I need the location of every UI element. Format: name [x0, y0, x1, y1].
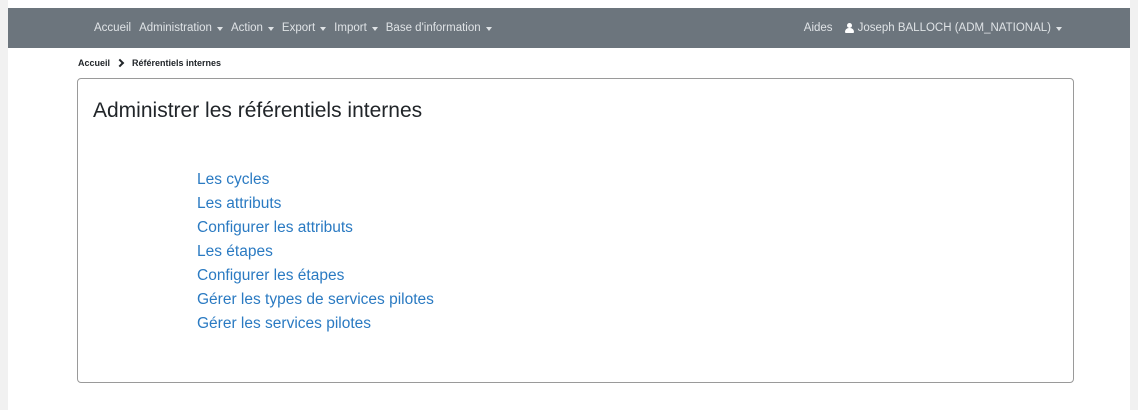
caret-down-icon [485, 26, 492, 31]
caret-down-icon [320, 26, 327, 31]
link-types-services-pilotes[interactable]: Gérer les types de services pilotes [197, 291, 434, 308]
nav-item-label: Import [334, 22, 367, 34]
caret-down-icon [267, 26, 274, 31]
breadcrumb: Accueil Référentiels internes [78, 58, 221, 68]
nav-user-area: Aides Joseph BALLOCH (ADM_NATIONAL) [792, 22, 1062, 34]
left-gutter [0, 0, 8, 410]
help-label: Aides [803, 22, 833, 34]
breadcrumb-home[interactable]: Accueil [78, 58, 110, 68]
link-services-pilotes[interactable]: Gérer les services pilotes [197, 315, 371, 332]
help-link[interactable]: Aides [804, 22, 833, 34]
breadcrumb-current: Référentiels internes [132, 58, 222, 68]
nav-item-export[interactable]: Export [281, 22, 327, 34]
list-item: Configurer les attributs [197, 216, 434, 240]
link-configurer-attributs[interactable]: Configurer les attributs [197, 219, 353, 236]
nav-item-label: Export [281, 22, 316, 34]
nav-item-label: Administration [139, 22, 212, 34]
nav-item-label: Action [230, 22, 263, 34]
caret-down-icon [371, 26, 378, 31]
user-label: Joseph BALLOCH (ADM_NATIONAL) [857, 22, 1051, 34]
link-cycles[interactable]: Les cycles [197, 171, 269, 188]
list-item: Gérer les services pilotes [197, 312, 434, 336]
caret-down-icon [1056, 26, 1062, 31]
nav-item-label: Accueil [94, 22, 132, 34]
nav-item-administration[interactable]: Administration [139, 22, 223, 34]
page-title: Administrer les référentiels internes [93, 99, 423, 122]
list-item: Les attributs [197, 192, 434, 216]
list-item: Les cycles [197, 168, 434, 192]
nav-item-import[interactable]: Import [334, 22, 378, 34]
right-gutter [1130, 0, 1138, 410]
link-etapes[interactable]: Les étapes [197, 243, 273, 260]
nav-menu: Accueil Administration Action Export Imp… [94, 22, 500, 34]
list-item: Les étapes [197, 240, 434, 264]
list-item: Gérer les types de services pilotes [197, 288, 434, 312]
nav-item-base-information[interactable]: Base d'information [386, 22, 492, 34]
nav-item-accueil[interactable]: Accueil [94, 22, 131, 34]
nav-item-label: Base d'information [385, 22, 481, 34]
main-card: Administrer les référentiels internes Le… [77, 78, 1074, 383]
user-menu[interactable]: Joseph BALLOCH (ADM_NATIONAL) [844, 22, 1062, 34]
link-configurer-etapes[interactable]: Configurer les étapes [197, 267, 344, 284]
caret-down-icon [216, 26, 223, 31]
page: Accueil Administration Action Export Imp… [0, 0, 1138, 410]
user-icon [844, 23, 854, 33]
link-attributs[interactable]: Les attributs [197, 195, 281, 212]
list-item: Configurer les étapes [197, 264, 434, 288]
chevron-right-icon [116, 58, 126, 68]
nav-item-action[interactable]: Action [231, 22, 274, 34]
referential-links: Les cycles Les attributs Configurer les … [197, 168, 434, 336]
top-navbar: Accueil Administration Action Export Imp… [8, 8, 1130, 48]
